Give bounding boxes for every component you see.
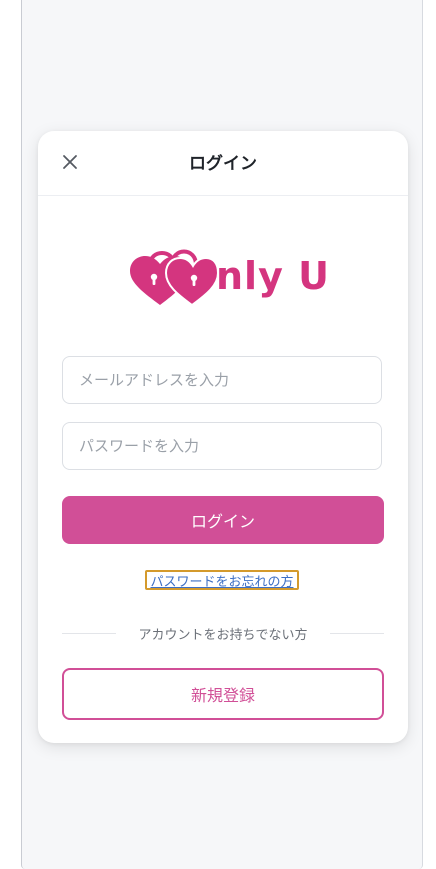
login-button[interactable]: ログイン xyxy=(62,496,384,544)
register-button[interactable]: 新規登録 xyxy=(62,668,384,720)
close-icon xyxy=(63,155,77,169)
divider-line-left xyxy=(62,633,116,634)
modal-header: ログイン xyxy=(38,131,408,196)
login-modal: ログイン nly U ログイン パスワードをお忘れの方 アカウントをお持ちでない… xyxy=(38,131,408,743)
logo-text: nly U xyxy=(216,254,330,298)
divider-text: アカウントをお持ちでない方 xyxy=(138,628,308,643)
divider-line-right xyxy=(330,633,384,634)
onlyu-logo: nly U xyxy=(130,245,329,307)
password-field[interactable] xyxy=(62,422,382,470)
forgot-password-link[interactable]: パスワードをお忘れの方 xyxy=(145,570,299,590)
close-button[interactable] xyxy=(60,152,80,172)
modal-title: ログイン xyxy=(189,153,257,174)
email-field[interactable] xyxy=(62,356,382,404)
